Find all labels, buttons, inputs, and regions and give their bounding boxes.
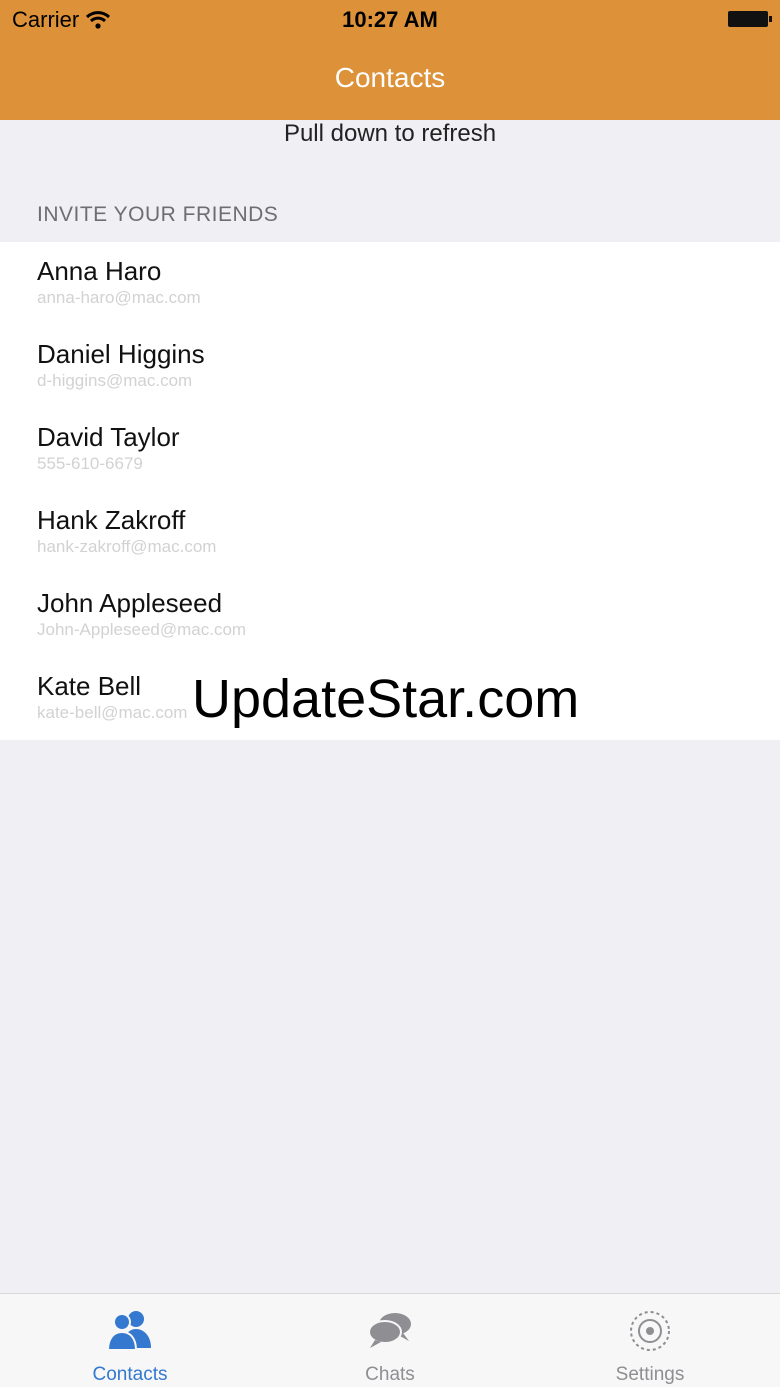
contact-row[interactable]: Daniel Higgins d-higgins@mac.com	[0, 325, 780, 408]
chats-icon	[365, 1308, 415, 1354]
contact-row[interactable]: Hank Zakroff hank-zakroff@mac.com	[0, 491, 780, 574]
section-header: INVITE YOUR FRIENDS	[37, 203, 279, 226]
app-header: Carrier 10:27 AM Contacts	[0, 0, 780, 120]
contact-detail: 555-610-6679	[37, 454, 143, 473]
tab-settings[interactable]: Settings	[520, 1294, 780, 1387]
tab-label: Chats	[365, 1364, 415, 1385]
tab-label: Settings	[615, 1364, 685, 1385]
contact-row[interactable]: David Taylor 555-610-6679	[0, 408, 780, 491]
contacts-icon	[105, 1308, 155, 1354]
contact-list: Anna Haro anna-haro@mac.com Daniel Higgi…	[0, 242, 780, 740]
contact-row[interactable]: John Appleseed John-Appleseed@mac.com	[0, 574, 780, 657]
contact-name: Daniel Higgins	[37, 339, 205, 369]
status-bar: Carrier 10:27 AM	[0, 0, 780, 40]
contact-detail: hank-zakroff@mac.com	[37, 537, 217, 556]
contact-row[interactable]: Anna Haro anna-haro@mac.com	[0, 242, 780, 325]
tab-bar: Contacts Chats Settings	[0, 1293, 780, 1387]
page-title: Contacts	[334, 62, 446, 93]
tab-label: Contacts	[92, 1364, 168, 1385]
pull-to-refresh-label: Pull down to refresh	[283, 120, 497, 147]
contact-name: David Taylor	[37, 422, 180, 452]
battery-icon	[728, 11, 772, 27]
watermark: UpdateStar.com	[192, 669, 580, 729]
status-time: 10:27 AM	[342, 7, 438, 32]
contact-detail: anna-haro@mac.com	[37, 288, 201, 307]
tab-contacts[interactable]: Contacts	[0, 1294, 260, 1387]
contact-detail: John-Appleseed@mac.com	[37, 620, 247, 639]
contact-name: Hank Zakroff	[37, 505, 186, 535]
tab-chats[interactable]: Chats	[260, 1294, 520, 1387]
settings-icon	[625, 1308, 675, 1354]
contact-name: Anna Haro	[37, 256, 162, 286]
contact-name: John Appleseed	[37, 588, 223, 618]
contact-detail: d-higgins@mac.com	[37, 371, 193, 390]
